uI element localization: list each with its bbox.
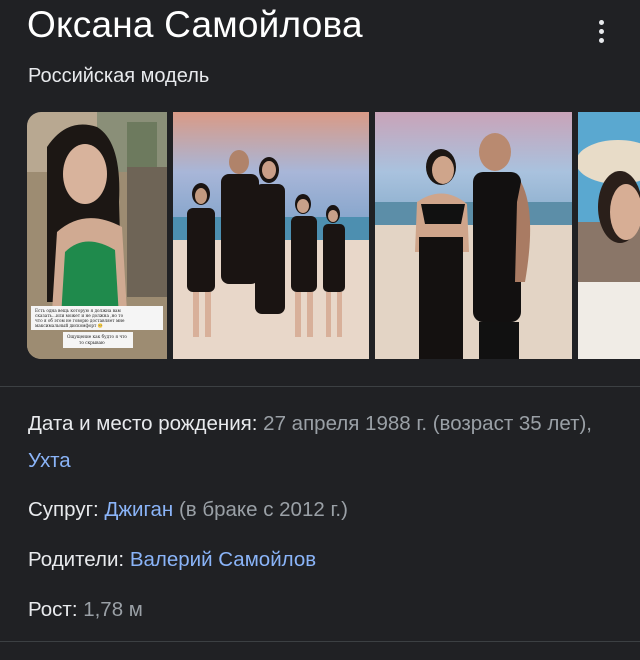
gallery-photo-4[interactable]: [578, 112, 640, 359]
fact-parents: Родители: Валерий Самойлов: [28, 543, 316, 576]
gallery-photo-2[interactable]: [173, 112, 369, 359]
fact-spouse-link[interactable]: Джиган: [104, 498, 173, 521]
more-vert-icon-dot: [598, 37, 604, 43]
fact-height-value: 1,78 м: [77, 598, 143, 621]
bottom-divider: [0, 641, 640, 642]
image-gallery[interactable]: Есть одна вещь которую я должна вам сказ…: [0, 112, 640, 360]
fact-spouse: Супруг: Джиган (в браке с 2012 г.): [28, 493, 348, 526]
more-vert-icon-dot: [598, 28, 604, 34]
fact-birth-place-link[interactable]: Ухта: [28, 449, 71, 472]
more-options-button[interactable]: [586, 16, 616, 46]
fact-spouse-label: Супруг:: [28, 498, 99, 521]
entity-title: Оксана Самойлова: [27, 4, 363, 45]
fact-birth: Дата и место рождения: 27 апреля 1988 г.…: [28, 405, 620, 479]
photo1-caption-line5: Ощущение как будто я что: [67, 334, 127, 339]
fact-height: Рост: 1,78 м: [28, 593, 143, 626]
fact-spouse-value: (в браке с 2012 г.): [173, 498, 348, 521]
fact-height-label: Рост:: [28, 598, 78, 621]
fact-birth-value: 27 апреля 1988 г. (возраст 35 лет),: [257, 412, 592, 435]
photo1-caption-line4: максимальный дискомфорт 🥺: [35, 323, 103, 328]
fact-parents-label: Родители:: [28, 548, 125, 571]
gallery-photo-1[interactable]: Есть одна вещь которую я должна вам сказ…: [27, 112, 167, 359]
gallery-photo-3[interactable]: [375, 112, 572, 359]
photo1-caption-line6: то скрываю: [79, 340, 105, 345]
fact-birth-label: Дата и место рождения:: [28, 412, 258, 435]
entity-subtitle: Российская модель: [28, 65, 210, 87]
more-vert-icon: [598, 19, 604, 25]
section-divider: [0, 386, 640, 387]
fact-parents-link[interactable]: Валерий Самойлов: [130, 548, 316, 571]
